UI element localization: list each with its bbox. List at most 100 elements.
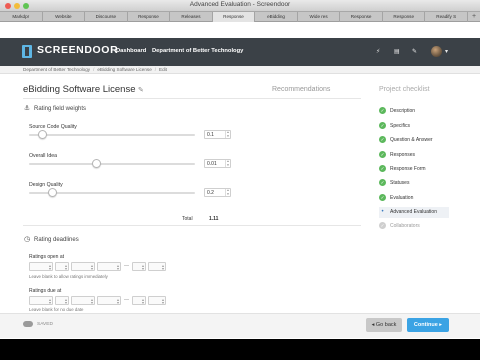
checklist-item-evaluation[interactable]: ✓ Evaluation <box>379 193 449 204</box>
deadlines-heading-label: Rating deadlines <box>34 237 79 243</box>
total-value: 1.11 <box>209 216 219 222</box>
window-title: Advanced Evaluation - Screendoor <box>189 1 291 8</box>
check-icon: ✓ <box>379 107 386 115</box>
checklist-item-response-form[interactable]: ✓ Response Form <box>379 164 449 175</box>
year-select[interactable]: ▴ ▾ <box>71 296 95 305</box>
weight-slider[interactable] <box>29 188 195 197</box>
checklist-item-qa[interactable]: ✓ Question & Answer <box>379 135 449 146</box>
day-select[interactable]: ▴ ▾ <box>55 296 69 305</box>
save-status: SAVED <box>37 322 53 327</box>
check-icon: ✓ <box>379 222 386 230</box>
hour-select[interactable]: ▴ ▾ <box>97 296 121 305</box>
ampm-select[interactable]: ▴ ▾ <box>148 296 166 305</box>
check-icon: ✓ <box>379 179 386 187</box>
page-title: eBidding Software License <box>23 84 136 95</box>
chevron-down-icon[interactable]: ▾ <box>445 48 448 55</box>
weights-heading: ⚓ Rating field weights <box>23 104 86 112</box>
pencil-icon[interactable]: ✎ <box>412 48 417 55</box>
year-select[interactable]: ▴ ▾ <box>71 262 95 271</box>
browser-tab-active[interactable]: Response <box>212 12 256 22</box>
open-date-label: Ratings open at <box>29 254 65 260</box>
video-letterbox <box>0 339 480 360</box>
nav-organization[interactable]: Department of Better Technology <box>152 48 243 54</box>
check-icon: ✓ <box>379 165 386 173</box>
checklist-item-advanced-evaluation[interactable]: • Advanced Evaluation <box>379 207 449 218</box>
deadlines-heading: ◷ Rating deadlines <box>23 235 79 243</box>
forward-arrow-icon: ▸ <box>437 322 443 328</box>
browser-tab[interactable]: Releases <box>170 12 213 22</box>
browser-tab[interactable]: eBidding <box>255 12 298 22</box>
screendoor-logo-icon[interactable] <box>22 45 32 58</box>
weight-input[interactable]: 0.1 ▲ ▼ <box>204 130 231 139</box>
browser-tab[interactable]: Website <box>43 12 86 22</box>
checklist-item-description[interactable]: ✓ Description <box>379 106 449 117</box>
check-icon: ✓ <box>379 194 386 202</box>
hour-select[interactable]: ▴ ▾ <box>97 262 121 271</box>
minute-select[interactable]: ▴ ▾ <box>132 296 146 305</box>
browser-tab[interactable]: Response <box>383 12 426 22</box>
go-back-button[interactable]: ◂ Go back <box>366 318 402 332</box>
due-date-picker: ▴ ▾ ▴ ▾ ▴ ▾ ▴ ▾ — ▴ ▾ ▴ ▾ <box>29 296 169 305</box>
weight-label: Overall Idea <box>29 153 57 159</box>
browser-tab[interactable]: Response <box>340 12 383 22</box>
continue-button[interactable]: Continue ▸ <box>407 318 449 332</box>
open-date-picker: ▴ ▾ ▴ ▾ ▴ ▾ ▴ ▾ — ▴ ▾ ▴ ▾ <box>29 262 169 271</box>
weight-input[interactable]: 0.01 ▲ ▼ <box>204 159 231 168</box>
browser-tab[interactable]: Discourse <box>85 12 128 22</box>
total-label: Total <box>182 216 193 222</box>
month-select[interactable]: ▴ ▾ <box>29 262 53 271</box>
clock-icon: ◷ <box>23 236 31 243</box>
breadcrumb: Department of Better Technology / eBidding… <box>0 66 480 74</box>
browser-tab[interactable]: Readify S <box>425 12 469 22</box>
open-date-hint: Leave blank to allow ratings immediately <box>29 274 108 279</box>
browser-tab[interactable]: Markdpr <box>0 12 43 22</box>
weight-slider[interactable] <box>29 159 195 168</box>
stepper-icon[interactable]: ▲ ▼ <box>225 159 230 167</box>
checklist-item-specifics[interactable]: ✓ Specifics <box>379 121 449 132</box>
separator: — <box>124 297 129 303</box>
breadcrumb-org[interactable]: Department of Better Technology <box>23 67 90 72</box>
avatar[interactable] <box>431 46 442 57</box>
weight-label: Source Code Quality <box>29 124 77 130</box>
ampm-select[interactable]: ▴ ▾ <box>148 262 166 271</box>
due-date-hint: Leave blank for no due date <box>29 307 84 312</box>
weight-input[interactable]: 0.2 ▲ ▼ <box>204 188 231 197</box>
browser-tab[interactable]: Response <box>128 12 171 22</box>
checklist-item-responses[interactable]: ✓ Responses <box>379 150 449 161</box>
slider-handle[interactable] <box>92 159 101 168</box>
new-tab-button[interactable]: + <box>468 12 480 22</box>
minute-select[interactable]: ▴ ▾ <box>132 262 146 271</box>
separator: — <box>124 263 129 269</box>
brand-name[interactable]: SCREENDOOR <box>37 44 118 56</box>
stepper-icon[interactable]: ▲ ▼ <box>225 130 230 138</box>
stepper-icon[interactable]: ▲ ▼ <box>225 188 230 196</box>
browser-tabbar: Markdpr Website Discourse Response Relea… <box>0 12 480 22</box>
divider <box>23 98 361 99</box>
weight-label: Design Quality <box>29 182 63 188</box>
edit-title-icon[interactable]: ✎ <box>138 86 144 94</box>
slider-handle[interactable] <box>48 188 57 197</box>
window-titlebar: Advanced Evaluation - Screendoor <box>0 0 480 12</box>
check-icon: ✓ <box>379 136 386 144</box>
checklist-item-collaborators[interactable]: ✓ Collaborators <box>379 221 449 232</box>
bullet-icon: • <box>381 209 384 215</box>
document-icon[interactable]: ▤ <box>394 48 400 55</box>
breadcrumb-project[interactable]: eBidding Software License <box>97 67 151 72</box>
breadcrumb-current: Edit <box>159 67 167 72</box>
lightning-icon[interactable]: ⚡ <box>376 48 380 55</box>
due-date-label: Ratings due at <box>29 288 62 294</box>
weights-heading-label: Rating field weights <box>34 106 87 112</box>
recommendations-link[interactable]: Recommendations <box>272 86 330 93</box>
anchor-icon: ⚓ <box>23 105 31 112</box>
day-select[interactable]: ▴ ▾ <box>55 262 69 271</box>
divider <box>23 225 361 226</box>
check-icon: ✓ <box>379 151 386 159</box>
cloud-icon <box>23 321 33 327</box>
checklist-item-statuses[interactable]: ✓ Statuses <box>379 178 449 189</box>
browser-tab[interactable]: Wide res <box>298 12 341 22</box>
nav-dashboard[interactable]: Dashboard <box>116 48 146 54</box>
slider-handle[interactable] <box>38 130 47 139</box>
weight-slider[interactable] <box>29 130 195 139</box>
checklist-heading: Project checklist <box>379 86 430 93</box>
month-select[interactable]: ▴ ▾ <box>29 296 53 305</box>
